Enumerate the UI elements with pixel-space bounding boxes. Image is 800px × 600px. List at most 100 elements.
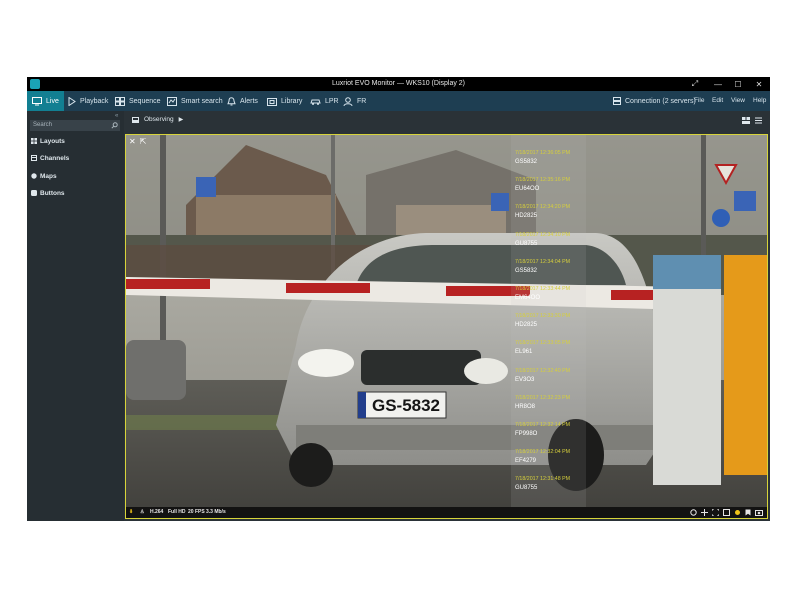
channels-icon — [31, 155, 37, 161]
tab-alerts[interactable]: Alerts — [227, 91, 258, 111]
main-toolbar: Live Playback Sequence Smart search Aler… — [27, 91, 770, 111]
lpr-event-plate[interactable]: EL961 — [515, 349, 532, 355]
layouts-icon — [31, 138, 37, 144]
close-button[interactable]: ✕ — [748, 77, 770, 91]
tab-fr[interactable]: FR — [343, 91, 366, 111]
sequence-grid-icon — [115, 96, 125, 106]
menu-help[interactable]: Help — [753, 91, 766, 111]
menu-edit[interactable]: Edit — [712, 91, 723, 111]
library-icon — [267, 97, 277, 106]
lpr-event-plate[interactable]: GS5832 — [515, 268, 537, 274]
lpr-event-plate[interactable]: EV3O3 — [515, 377, 534, 383]
video-panel[interactable]: GS-5832 7/18/2017 12:36:05 PM GS5832 7/18/… — [125, 134, 768, 519]
sidebar: « Search Layouts Channels Maps Buttons — [27, 111, 124, 521]
lpr-event-plate[interactable]: HD2825 — [515, 213, 537, 219]
tab-alerts-label: Alerts — [240, 97, 258, 105]
person-icon: ♙ — [140, 509, 145, 515]
maximize-button[interactable]: ☐ — [727, 77, 749, 91]
main-area: Observing ▶ GS-5832 7/18/2017 12:36:05 P… — [124, 111, 770, 521]
fullscreen-video-icon[interactable] — [712, 509, 719, 516]
lpr-event-time: 7/18/2017 12:34:10 PM — [515, 231, 571, 238]
tab-fr-label: FR — [357, 97, 367, 105]
codec-label: H.264 — [150, 509, 164, 515]
tab-live[interactable]: Live — [27, 91, 64, 111]
resolution-label: Full HD — [168, 509, 186, 515]
sidebar-item-buttons[interactable]: Buttons — [31, 188, 65, 198]
lpr-event-time: 7/18/2017 12:36:05 PM — [515, 150, 571, 156]
close-video-icon[interactable]: ✕ — [129, 137, 136, 146]
tab-live-label: Live — [46, 97, 59, 105]
minimize-button[interactable]: — — [707, 77, 729, 91]
tab-library[interactable]: Library — [267, 91, 302, 111]
lpr-event-plate[interactable]: HD2825 — [515, 322, 537, 328]
menu-file[interactable]: File — [694, 91, 704, 111]
lpr-event-time: 7/18/2017 12:33:30 PM — [515, 313, 571, 320]
download-icon[interactable]: ⬇ — [129, 507, 133, 518]
lpr-event-time: 7/18/2017 12:35:16 PM — [515, 177, 571, 184]
search-input[interactable]: Search — [30, 120, 120, 131]
tab-smart-search[interactable]: Smart search — [167, 91, 223, 111]
collapse-sidebar-icon[interactable]: « — [115, 113, 118, 119]
tab-smart-search-label: Smart search — [181, 97, 223, 105]
connection-status[interactable]: Connection (2 servers) — [613, 91, 696, 111]
fps-label: 20 FPS — [188, 509, 205, 515]
lpr-event-time: 7/18/2017 12:34:04 PM — [515, 258, 571, 265]
lpr-event-time: 7/18/2017 12:32:14 PM — [515, 422, 571, 428]
play-triangle-icon: ▶ — [178, 117, 184, 123]
layout-switch-icon[interactable] — [742, 117, 750, 124]
tab-playback[interactable]: Playback — [68, 91, 108, 111]
title-bar: Luxriot EVO Monitor — WKS10 (Display 2) … — [27, 77, 770, 91]
view-controls — [742, 117, 762, 124]
highlight-icon[interactable] — [734, 509, 741, 516]
fullscreen-button[interactable]: ⤢ — [684, 77, 706, 91]
car-icon — [310, 99, 321, 105]
lpr-event-plate[interactable]: EU64OO — [515, 186, 539, 192]
lpr-event-time: 7/18/2017 12:32:04 PM — [515, 449, 571, 456]
sidebar-item-label: Buttons — [40, 189, 65, 197]
lpr-event-time: 7/18/2017 12:33:44 PM — [515, 286, 571, 292]
replay-icon[interactable] — [690, 509, 697, 516]
globe-icon — [31, 173, 37, 179]
tab-lpr-label: LPR — [325, 97, 339, 105]
observing-label: Observing — [144, 116, 174, 123]
lpr-event-time: 7/18/2017 12:31:48 PM — [515, 476, 571, 483]
lpr-event-plate[interactable]: GU8755 — [515, 241, 537, 247]
lpr-event-time: 7/18/2017 12:33:05 PM — [515, 340, 571, 347]
pin-icon[interactable]: ⇱ — [140, 137, 147, 146]
monitor-icon — [32, 96, 42, 105]
video-action-icons — [690, 509, 763, 516]
observing-mode[interactable]: Observing ▶ — [132, 116, 183, 123]
bookmark-icon[interactable] — [745, 509, 751, 516]
search-placeholder: Search — [33, 122, 53, 128]
sidebar-item-layouts[interactable]: Layouts — [31, 136, 65, 146]
lpr-event-time: 7/18/2017 12:32:40 PM — [515, 367, 571, 374]
menu-view[interactable]: View — [731, 91, 745, 111]
lpr-event-plate[interactable]: EM64OO — [515, 295, 540, 301]
server-icon — [613, 97, 621, 105]
lpr-event-plate[interactable]: GS5832 — [515, 159, 537, 165]
search-icon — [111, 122, 118, 129]
lpr-event-plate[interactable]: HR8O8 — [515, 404, 535, 410]
tab-sequence[interactable]: Sequence — [115, 91, 161, 111]
lpr-event-time: 7/18/2017 12:34:20 PM — [515, 204, 571, 211]
lpr-event-plate[interactable]: EF4279 — [515, 458, 536, 464]
face-icon — [343, 96, 353, 106]
image-settings-icon[interactable] — [723, 509, 730, 516]
sidebar-item-label: Layouts — [40, 137, 65, 145]
sidebar-item-maps[interactable]: Maps — [31, 171, 57, 181]
list-menu-icon[interactable] — [755, 117, 762, 124]
ptz-icon[interactable] — [701, 509, 708, 516]
play-icon — [68, 96, 76, 106]
lpr-event-plate[interactable]: GU8755 — [515, 485, 537, 491]
video-top-controls: ✕ ⇱ — [129, 137, 146, 146]
app-window: Luxriot EVO Monitor — WKS10 (Display 2) … — [27, 77, 770, 521]
lpr-event-plate[interactable]: FP998O — [515, 431, 537, 437]
window-title: Luxriot EVO Monitor — WKS10 (Display 2) — [331, 80, 466, 87]
sidebar-item-label: Maps — [40, 172, 57, 180]
sidebar-item-channels[interactable]: Channels — [31, 153, 69, 163]
layout-mode-icon — [132, 116, 139, 123]
snapshot-icon[interactable] — [755, 509, 763, 516]
camera-video-frame: GS-5832 — [126, 135, 767, 518]
tab-lpr[interactable]: LPR — [310, 91, 339, 111]
lpr-event-time: 7/18/2017 12:32:23 PM — [515, 394, 571, 401]
